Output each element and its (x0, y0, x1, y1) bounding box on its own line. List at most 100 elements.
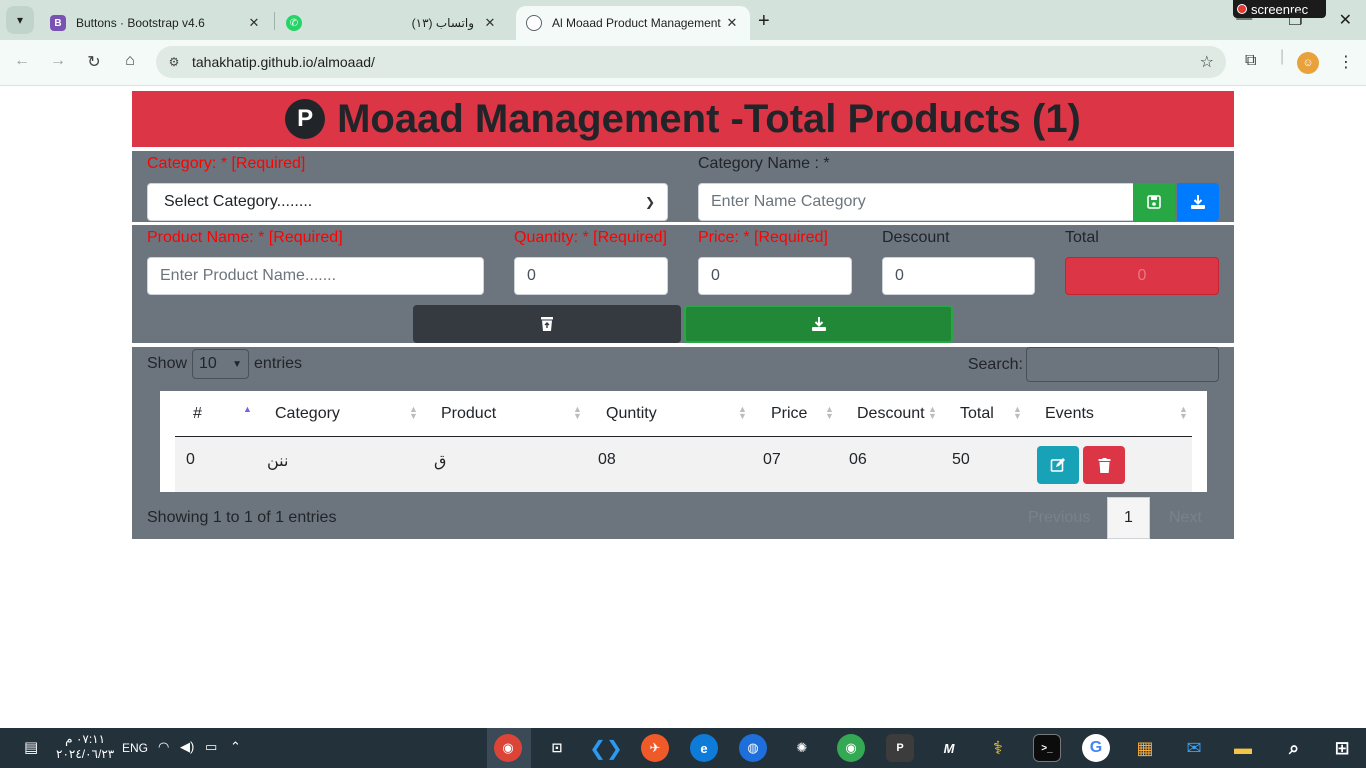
tab-bootstrap[interactable]: B Buttons · Bootstrap v4.6 ✕ (40, 6, 272, 40)
maximize-icon[interactable]: ❐ (1288, 10, 1302, 30)
edge-icon[interactable]: e (690, 734, 718, 762)
tab-whatsapp[interactable]: ✆ (١٣) واتساب ✕ (276, 6, 508, 40)
close-window-icon[interactable]: ✕ (1339, 10, 1352, 30)
taskbar-clock[interactable]: ٠٧:١١ م ٢٠٢٤/٠٦/٢٣ (56, 732, 114, 762)
category-select[interactable]: Select Category........ ❯ (147, 183, 668, 221)
firefox-dev-icon[interactable]: ◍ (739, 734, 767, 762)
trash-restore-icon (541, 317, 553, 331)
add-product-button[interactable] (684, 305, 953, 343)
reload-icon[interactable]: ↻ (83, 52, 105, 72)
column-header-product[interactable]: Product (441, 405, 496, 423)
tab-title: (١٣) واتساب (411, 16, 474, 30)
product-name-label: Product Name: * [Required] (147, 229, 343, 246)
delete-row-button[interactable] (1083, 446, 1125, 484)
battery-icon[interactable]: ▭ (205, 739, 217, 755)
forward-arrow-icon[interactable]: → (47, 52, 69, 70)
sort-icon: ▲ ▼ (1179, 404, 1188, 421)
page-header: P Moaad Management -Total Products (1) (132, 91, 1234, 147)
language-indicator[interactable]: ENG (122, 741, 148, 755)
column-header-discount[interactable]: Descount (857, 405, 925, 423)
sort-icon: ▲ ▼ (1013, 404, 1022, 421)
vscode-icon[interactable]: ❮❯ (589, 734, 623, 762)
tab-divider (274, 12, 275, 30)
postman-icon[interactable]: ✈ (641, 734, 669, 762)
download-category-button[interactable] (1177, 183, 1219, 221)
download-icon (811, 317, 826, 331)
sort-icon: ▲ ▼ (928, 404, 937, 421)
delete-all-button[interactable] (413, 305, 681, 343)
close-icon[interactable]: ✕ (482, 15, 498, 31)
cell-discount: 06 (849, 451, 867, 468)
address-bar[interactable]: ⚙ tahakhatip.github.io/almoaad/ ☆ (156, 46, 1226, 78)
profile-avatar[interactable]: ☺ (1297, 52, 1319, 74)
pagination-page-1[interactable]: 1 (1107, 497, 1150, 539)
column-header-events[interactable]: Events (1045, 405, 1094, 423)
sort-icon: ▲ ▼ (573, 404, 582, 421)
search-icon[interactable]: ⌕ (1280, 734, 1308, 762)
products-table: # ▲ Category ▲ ▼ Product ▲ ▼ Quntity ▲ ▼ Pr… (160, 391, 1207, 492)
browser-tab-strip: ▾ B Buttons · Bootstrap v4.6 ✕ ✆ (١٣) وا… (0, 0, 1366, 40)
sort-asc-icon: ▲ (243, 404, 252, 414)
python-icon[interactable]: ⚕ (984, 734, 1012, 762)
total-display: 0 (1065, 257, 1219, 295)
chrome-app-icon[interactable]: ◉ (494, 734, 522, 762)
url-text: tahakhatip.github.io/almoaad/ (192, 54, 375, 70)
pagination-next[interactable]: Next (1169, 509, 1202, 527)
quantity-input[interactable]: 0 (514, 257, 668, 295)
folder-icon[interactable]: ▬ (1229, 734, 1257, 762)
sort-icon: ▲ ▼ (825, 404, 834, 421)
m-app-icon[interactable]: M (935, 734, 963, 762)
chevron-down-icon: ❯ (644, 195, 655, 209)
back-arrow-icon[interactable]: ← (11, 52, 33, 70)
table-search: Search: (968, 347, 1219, 382)
home-icon[interactable]: ⌂ (119, 52, 141, 70)
category-name-input[interactable]: Enter Name Category (698, 183, 1134, 221)
cell-total: 50 (952, 451, 970, 468)
cell-price: 07 (763, 451, 781, 468)
pagination-previous[interactable]: Previous (1028, 509, 1090, 527)
notification-icon[interactable]: ▤ (24, 738, 38, 756)
mail-icon[interactable]: ✉ (1180, 734, 1208, 762)
total-label: Total (1065, 229, 1099, 246)
column-header-total[interactable]: Total (960, 405, 994, 423)
wifi-icon[interactable]: ◠ (158, 739, 169, 755)
extensions-puzzle-icon[interactable]: ⧉ (1245, 52, 1256, 70)
toolbar-divider: | (1280, 48, 1285, 65)
chevron-up-icon[interactable]: ⌃ (230, 739, 241, 755)
site-info-icon[interactable]: ⚙ (156, 55, 192, 69)
terminal-icon[interactable]: >_ (1033, 734, 1061, 762)
more-menu-icon[interactable]: ⋮ (1338, 52, 1354, 72)
windows-start-icon[interactable]: ⊞ (1328, 734, 1356, 762)
product-name-input[interactable]: Enter Product Name....... (147, 257, 484, 295)
minimize-icon[interactable]: — (1236, 10, 1252, 30)
close-icon[interactable]: ✕ (246, 15, 262, 31)
discount-label: Descount (882, 229, 950, 246)
floppy-disk-icon (1147, 195, 1161, 209)
category-name-label: Category Name : * (698, 155, 830, 172)
entries-select[interactable]: 10 ▼ (192, 349, 250, 379)
column-header-quantity[interactable]: Quntity (606, 405, 657, 423)
tab-moaad-active[interactable]: Al Moaad Product Management ✕ (516, 6, 750, 40)
volume-icon[interactable]: ◀) (180, 739, 194, 755)
whatsapp-icon: ✆ (286, 15, 302, 31)
column-header-id[interactable]: # (193, 405, 202, 423)
widgets-icon[interactable]: ⊡ (543, 734, 571, 762)
discount-input[interactable]: 0 (882, 257, 1035, 295)
window-controls: — ❐ ✕ (1236, 10, 1352, 30)
price-input[interactable]: 0 (698, 257, 852, 295)
p-app-icon[interactable]: P (886, 734, 914, 762)
products-table-panel: Show 10 ▼ entries Search: # ▲ Category ▲… (132, 347, 1234, 539)
table-search-input[interactable] (1026, 347, 1219, 382)
store-icon[interactable]: ▦ (1131, 734, 1159, 762)
edit-row-button[interactable] (1037, 446, 1079, 484)
chrome-profile-icon[interactable]: ◉ (837, 734, 865, 762)
close-icon[interactable]: ✕ (724, 15, 740, 31)
save-category-button[interactable] (1133, 183, 1175, 221)
column-header-category[interactable]: Category (275, 405, 340, 423)
new-tab-button[interactable]: + (758, 10, 770, 33)
tab-search-button[interactable]: ▾ (6, 6, 34, 34)
bookmark-star-icon[interactable]: ☆ (1200, 52, 1214, 72)
google-icon[interactable]: G (1082, 734, 1110, 762)
column-header-price[interactable]: Price (771, 405, 807, 423)
chatgpt-icon[interactable]: ✺ (788, 734, 816, 762)
